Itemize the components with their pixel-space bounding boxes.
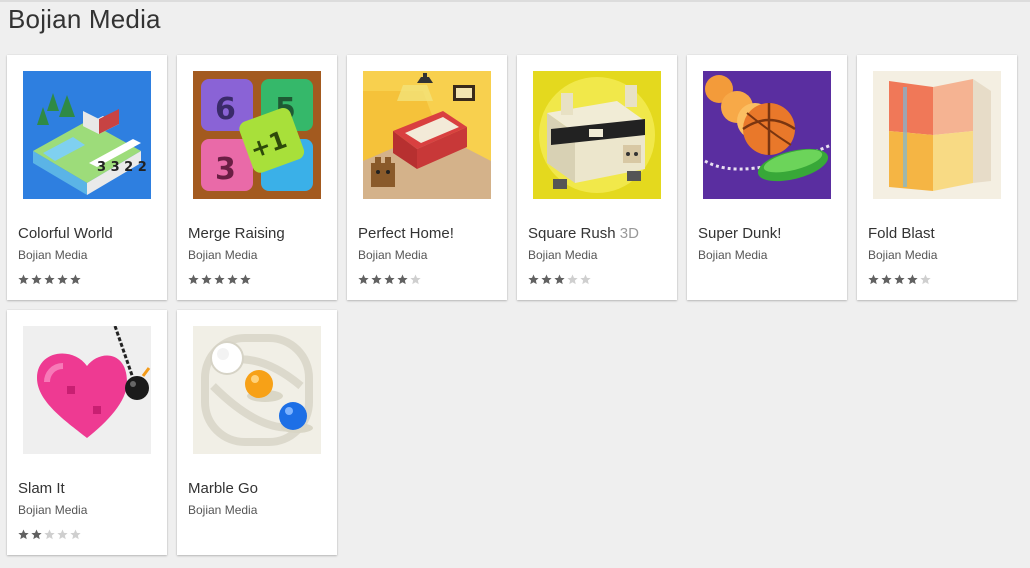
star-rating — [528, 274, 591, 286]
marble-go-icon[interactable] — [193, 326, 321, 454]
star-filled-icon — [894, 274, 905, 285]
star-rating — [868, 274, 931, 286]
app-title[interactable]: Super Dunk! — [698, 225, 843, 242]
star-filled-icon — [18, 274, 29, 285]
developer-name[interactable]: Bojian Media — [358, 248, 427, 262]
app-card-merge-raising[interactable]: 6 5 3 +1 Merge Raising Bojian Media — [177, 55, 337, 300]
top-divider — [0, 0, 1030, 2]
star-filled-icon — [214, 274, 225, 285]
star-filled-icon — [44, 274, 55, 285]
star-filled-icon — [868, 274, 879, 285]
app-card-square-rush[interactable]: Square Rush 3D Bojian Media — [517, 55, 677, 300]
star-empty-icon — [44, 529, 55, 540]
app-title-suffix: 3D — [619, 225, 639, 242]
developer-name[interactable]: Bojian Media — [188, 503, 257, 517]
star-empty-icon — [580, 274, 591, 285]
slam-it-icon[interactable] — [23, 326, 151, 454]
star-rating — [358, 274, 421, 286]
app-title[interactable]: Fold Blast — [868, 225, 1013, 242]
star-rating — [18, 274, 81, 286]
app-title[interactable]: Slam It — [18, 480, 163, 497]
app-title[interactable]: Perfect Home! — [358, 225, 503, 242]
star-filled-icon — [384, 274, 395, 285]
star-empty-icon — [920, 274, 931, 285]
app-title-main: Square Rush — [528, 225, 616, 242]
perfect-home-icon[interactable] — [363, 71, 491, 199]
svg-text:3 3 2 2: 3 3 2 2 — [97, 160, 147, 175]
developer-name[interactable]: Bojian Media — [188, 248, 257, 262]
fold-blast-icon[interactable] — [873, 71, 1001, 199]
star-filled-icon — [371, 274, 382, 285]
square-rush-icon[interactable] — [533, 71, 661, 199]
star-filled-icon — [397, 274, 408, 285]
star-half-icon — [70, 274, 81, 285]
colorful-world-icon[interactable]: 3 3 2 2 — [23, 71, 151, 199]
app-title[interactable]: Merge Raising — [188, 225, 333, 242]
app-card-perfect-home[interactable]: Perfect Home! Bojian Media — [347, 55, 507, 300]
developer-name[interactable]: Bojian Media — [18, 248, 87, 262]
star-filled-icon — [554, 274, 565, 285]
star-half-icon — [907, 274, 918, 285]
app-title[interactable]: Marble Go — [188, 480, 333, 497]
app-card-super-dunk[interactable]: Super Dunk! Bojian Media — [687, 55, 847, 300]
app-title[interactable]: Square Rush 3D — [528, 225, 673, 242]
star-filled-icon — [201, 274, 212, 285]
app-card-slam-it[interactable]: Slam It Bojian Media — [7, 310, 167, 555]
svg-text:6: 6 — [215, 92, 236, 127]
star-half-icon — [240, 274, 251, 285]
page-title: Bojian Media — [8, 4, 161, 34]
star-filled-icon — [358, 274, 369, 285]
star-filled-icon — [881, 274, 892, 285]
app-card-colorful-world[interactable]: 3 3 2 2 Colorful World Bojian Media — [7, 55, 167, 300]
star-rating — [188, 274, 251, 286]
developer-name[interactable]: Bojian Media — [18, 503, 87, 517]
star-empty-icon — [410, 274, 421, 285]
app-card-marble-go[interactable]: Marble Go Bojian Media — [177, 310, 337, 555]
developer-name[interactable]: Bojian Media — [698, 248, 767, 262]
app-card-fold-blast[interactable]: Fold Blast Bojian Media — [857, 55, 1017, 300]
star-filled-icon — [227, 274, 238, 285]
star-filled-icon — [541, 274, 552, 285]
developer-name[interactable]: Bojian Media — [868, 248, 937, 262]
star-filled-icon — [31, 274, 42, 285]
star-rating — [18, 529, 81, 541]
star-empty-icon — [70, 529, 81, 540]
star-filled-icon — [528, 274, 539, 285]
star-filled-icon — [57, 274, 68, 285]
star-filled-icon — [188, 274, 199, 285]
developer-name[interactable]: Bojian Media — [528, 248, 597, 262]
app-title[interactable]: Colorful World — [18, 225, 163, 242]
star-empty-icon — [567, 274, 578, 285]
merge-raising-icon[interactable]: 6 5 3 +1 — [193, 71, 321, 199]
star-filled-icon — [31, 529, 42, 540]
star-empty-icon — [57, 529, 68, 540]
star-filled-icon — [18, 529, 29, 540]
svg-text:3: 3 — [215, 152, 236, 187]
super-dunk-icon[interactable] — [703, 71, 831, 199]
